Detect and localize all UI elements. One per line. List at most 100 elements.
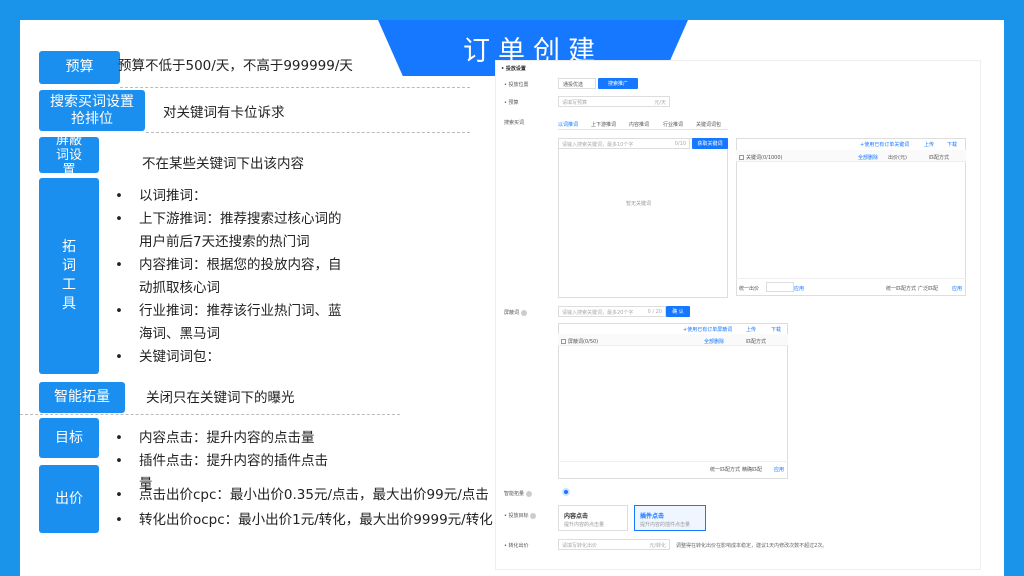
divider	[20, 414, 400, 415]
list-item: 内容推词：根据您的投放内容，自动抓取核心词	[113, 254, 353, 300]
keyword-header-label: 关键词(0/1000)	[746, 155, 783, 161]
block-placeholder: 请输入搜索关键词，最多20个字	[562, 310, 634, 316]
divider	[120, 87, 470, 88]
download-link[interactable]: 下载	[771, 326, 781, 333]
tab-package[interactable]: 关键词词包	[696, 121, 721, 128]
label-expand-tool: 拓词工具	[39, 178, 99, 374]
delete-all-link[interactable]: 全部删除	[704, 338, 724, 345]
smart-label: 智能拓量	[504, 490, 532, 497]
smart-label-text: 智能拓量	[504, 491, 525, 497]
placement-option-2[interactable]: 搜索推广	[598, 78, 638, 89]
goal-plugin-click-card[interactable]: 插件点击 提升内容的插件点击量	[634, 505, 706, 531]
smart-toggle[interactable]	[562, 488, 570, 496]
keyword-placeholder: 请输入搜索关键词，最多10个字	[562, 142, 634, 148]
help-icon[interactable]	[520, 309, 527, 316]
block-input[interactable]: 请输入搜索关键词，最多20个字 0 / 20	[558, 306, 666, 317]
goal-label-text: • 投放目标	[504, 513, 529, 519]
divider	[146, 132, 470, 133]
label-block: 屏蔽词设置	[39, 137, 99, 173]
panel-footer-line	[558, 461, 788, 462]
conv-placeholder: 请填写转化出价	[562, 543, 598, 549]
delete-all-link[interactable]: 全部删除	[858, 154, 878, 161]
target-list: 内容点击：提升内容的点击量 插件点击：提升内容的插件点击量	[113, 427, 328, 492]
block-count: 0 / 20	[647, 309, 662, 315]
list-item: 上下游推词：推荐搜索过核心词的用户前后7天还搜索的热门词	[113, 208, 353, 254]
conv-note: 调整得在转化出价在影响成本稳定，建议1天内修改次数不超过2次。	[676, 543, 828, 549]
budget-placeholder: 请填写预算	[562, 100, 588, 106]
unified-bid-label: 统一出价	[739, 286, 760, 292]
get-keywords-button[interactable]: 获取关键词	[692, 138, 728, 149]
label-smart: 智能拓量	[39, 382, 125, 413]
conv-bid-input[interactable]: 请填写转化出价 元/转化	[558, 539, 670, 550]
desc-budget: 预算不低于500/天，不高于999999/天	[118, 58, 353, 74]
list-item: 转化出价ocpc：最小出价1元/转化，最大出价9999元/转化	[113, 509, 493, 532]
tab-underline	[558, 129, 728, 130]
desc-smart: 关闭只在关键词下的曝光	[146, 390, 295, 406]
goal-content-click-card[interactable]: 内容点击 提升内容的点击量	[558, 505, 628, 531]
label-bid: 出价	[39, 465, 99, 533]
block-header: 屏蔽词(0/50)	[561, 338, 598, 345]
exact-match-select[interactable]: 精确匹配	[742, 466, 762, 473]
placement-option-1-label: 通投优选	[563, 82, 584, 88]
block-label-text: 屏蔽词	[504, 310, 520, 316]
budget-input[interactable]: 请填写预算 元/天	[558, 96, 670, 107]
list-item: 行业推词：推荐该行业热门词、蓝海词、黑马词	[113, 300, 353, 346]
match-header: 匹配方式	[929, 155, 950, 161]
list-item: 以词推词：	[113, 185, 353, 208]
bid-list: 点击出价cpc：最小出价0.35元/点击，最大出价99元/点击 转化出价ocpc…	[113, 484, 493, 532]
upload-link[interactable]: 上传	[924, 141, 934, 148]
plugin-click-sub: 提升内容的插件点击量	[640, 522, 691, 528]
help-icon[interactable]	[530, 512, 537, 519]
budget-label: • 预算	[504, 100, 519, 106]
desc-bid-rank: 对关键词有卡位诉求	[163, 105, 285, 121]
help-icon[interactable]	[525, 490, 532, 497]
search-words-label: 搜索买词	[504, 120, 525, 126]
label-bid-rank: 搜索买词设置抢排位	[39, 90, 145, 131]
conv-label: • 转化出价	[504, 543, 529, 549]
unified-match-label: 统一匹配方式	[710, 467, 741, 473]
download-link[interactable]: 下载	[947, 141, 957, 148]
expand-tool-list: 以词推词： 上下游推词：推荐搜索过核心词的用户前后7天还搜索的热门词 内容推词：…	[113, 185, 353, 369]
block-label: 屏蔽词	[504, 309, 527, 316]
list-item: 关键词词包：	[113, 346, 353, 369]
block-header-label: 屏蔽词(0/50)	[568, 339, 599, 345]
unified-bid-input[interactable]	[766, 282, 794, 292]
conv-unit: 元/转化	[649, 543, 666, 549]
tab-content[interactable]: 内容推词	[629, 121, 649, 128]
label-budget: 预算	[39, 51, 120, 84]
tab-updown[interactable]: 上下游推词	[591, 121, 616, 128]
keyword-input[interactable]: 请输入搜索关键词，最多10个字 0/10	[558, 138, 690, 149]
budget-unit: 元/天	[654, 100, 666, 106]
empty-keywords-text: 暂无关键词	[626, 201, 652, 207]
apply-bid-link[interactable]: 应用	[794, 285, 804, 292]
apply-match-link[interactable]: 应用	[952, 285, 962, 292]
content-click-title: 内容点击	[564, 513, 589, 520]
plugin-click-title: 插件点击	[640, 513, 665, 520]
select-all-checkbox[interactable]	[561, 339, 566, 344]
keyword-left-panel	[558, 138, 728, 298]
bid-header: 出价(元)	[888, 155, 907, 161]
tab-industry[interactable]: 行业推词	[663, 121, 683, 128]
match-header: 匹配方式	[746, 339, 767, 345]
desc-block: 不在某些关键词下出该内容	[142, 156, 304, 172]
select-all-checkbox[interactable]	[739, 155, 744, 160]
content-click-sub: 提升内容的点击量	[564, 522, 605, 528]
unified-match-label: 统一匹配方式	[886, 286, 917, 292]
embedded-screenshot: • 投放设置 • 投放位置 通投优选 搜索推广 • 预算 请填写预算 元/天 搜索…	[495, 60, 981, 570]
upload-link[interactable]: 上传	[746, 326, 756, 333]
keyword-count: 0/10	[674, 141, 686, 147]
list-item: 点击出价cpc：最小出价0.35元/点击，最大出价99元/点击	[113, 484, 493, 507]
tab-word-to-word[interactable]: 以词推词	[558, 121, 578, 128]
label-target: 目标	[39, 418, 99, 458]
section-title: • 投放设置	[501, 66, 526, 72]
broad-match-select[interactable]: 广泛匹配	[918, 285, 938, 292]
panel-footer-line	[736, 278, 966, 279]
goal-label: • 投放目标	[504, 512, 537, 519]
confirm-button[interactable]: 确 认	[666, 306, 690, 317]
use-order-keywords-link[interactable]: +使用已有订单关键词	[860, 141, 909, 148]
placement-option-1[interactable]: 通投优选	[558, 78, 596, 89]
apply-match-link[interactable]: 应用	[774, 466, 784, 473]
block-panel	[558, 323, 788, 479]
use-order-block-link[interactable]: +使用已有订单屏蔽词	[683, 326, 732, 333]
list-item: 内容点击：提升内容的点击量	[113, 427, 328, 450]
